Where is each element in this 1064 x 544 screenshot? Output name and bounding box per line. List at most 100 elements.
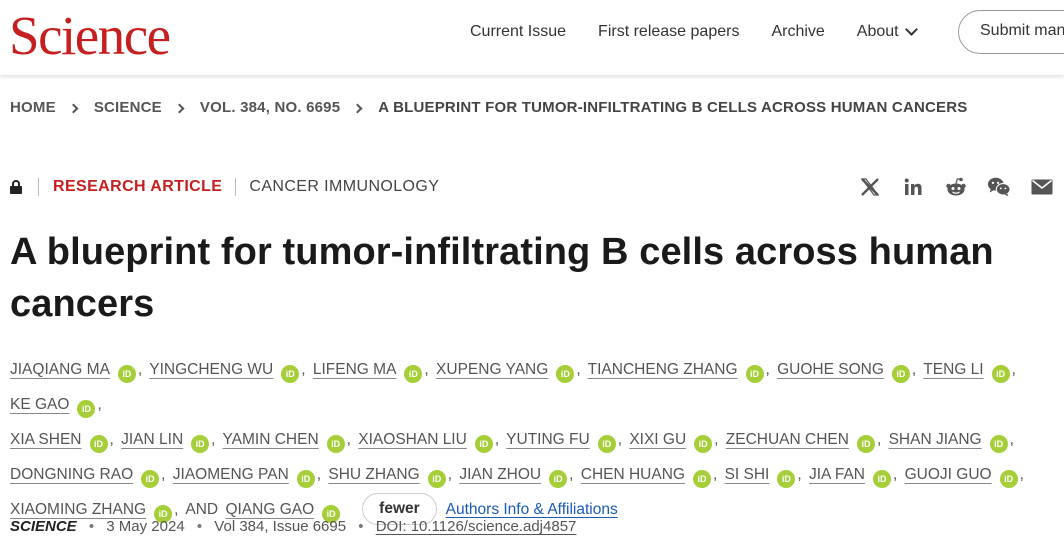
- orcid-icon[interactable]: iD: [474, 435, 493, 453]
- science-logo[interactable]: Science: [9, 6, 171, 66]
- author-link[interactable]: YUTING FU: [506, 431, 590, 448]
- orcid-icon[interactable]: iD: [296, 470, 315, 488]
- article-category[interactable]: CANCER IMMUNOLOGY: [249, 178, 439, 196]
- author-entry: TIANCHENG ZHANG iD,: [588, 361, 773, 383]
- orcid-icon[interactable]: iD: [556, 365, 575, 383]
- citation-line: SCIENCE • 3 May 2024 • Vol 384, Issue 66…: [10, 518, 576, 535]
- author-link[interactable]: TIANCHENG ZHANG: [588, 361, 738, 378]
- author-entry: XIA SHEN iD,: [10, 431, 117, 453]
- author-entry: JIA FAN iD,: [809, 466, 900, 488]
- author-link[interactable]: JIAN LIN: [121, 431, 183, 448]
- author-entry: LIFENG MA iD,: [313, 361, 432, 383]
- breadcrumb-volume[interactable]: VOL. 384, NO. 6695: [200, 99, 340, 117]
- author-entry: ZECHUAN CHEN iD,: [726, 431, 884, 453]
- author-link[interactable]: YAMIN CHEN: [222, 431, 318, 448]
- orcid-icon[interactable]: iD: [694, 435, 713, 453]
- author-link[interactable]: XIA SHEN: [10, 431, 82, 448]
- author-entry: SHAN JIANG iD,: [889, 431, 1017, 453]
- author-entry: KE GAO iD,: [10, 396, 105, 418]
- author-entry: XIAOMING ZHANG iD,: [10, 501, 181, 523]
- author-link[interactable]: JIA FAN: [809, 466, 865, 483]
- author-entry: JIAOMENG PAN iD,: [173, 466, 324, 488]
- lock-icon: [10, 180, 22, 194]
- author-link[interactable]: XIXI GU: [629, 431, 686, 448]
- breadcrumb-home[interactable]: HOME: [10, 99, 56, 117]
- author-link[interactable]: GUOHE SONG: [777, 361, 884, 378]
- orcid-icon[interactable]: iD: [326, 435, 345, 453]
- orcid-icon[interactable]: iD: [191, 435, 210, 453]
- author-link[interactable]: GUOJI GUO: [905, 466, 992, 483]
- orcid-icon[interactable]: iD: [991, 365, 1010, 383]
- orcid-icon[interactable]: iD: [777, 470, 796, 488]
- bullet-separator: •: [88, 518, 95, 535]
- author-link[interactable]: DONGNING RAO: [10, 466, 133, 483]
- author-entry: GUOHE SONG iD,: [777, 361, 919, 383]
- orcid-icon[interactable]: iD: [999, 470, 1018, 488]
- author-link[interactable]: YINGCHENG WU: [149, 361, 273, 378]
- orcid-icon[interactable]: iD: [89, 435, 108, 453]
- doi-link[interactable]: DOI: 10.1126/science.adj4857: [376, 518, 577, 535]
- author-link[interactable]: XIAOSHAN LIU: [358, 431, 467, 448]
- author-link[interactable]: SHU ZHANG: [328, 466, 419, 483]
- breadcrumb: HOME SCIENCE VOL. 384, NO. 6695 A BLUEPR…: [10, 99, 968, 117]
- nav-first-release-papers[interactable]: First release papers: [598, 22, 739, 42]
- author-entry: XUPENG YANG iD,: [436, 361, 584, 383]
- nav-archive[interactable]: Archive: [771, 22, 824, 42]
- author-link[interactable]: KE GAO: [10, 396, 69, 413]
- linkedin-icon[interactable]: [901, 176, 925, 198]
- author-entry: YUTING FU iD,: [506, 431, 625, 453]
- author-entry: JIAQIANG MA iD,: [10, 361, 145, 383]
- orcid-icon[interactable]: iD: [891, 365, 910, 383]
- authors-info-affiliations-link[interactable]: Authors Info & Affiliations: [446, 501, 618, 518]
- volume-issue: Vol 384, Issue 6695: [214, 518, 347, 535]
- author-entry: JIAN LIN iD,: [121, 431, 218, 453]
- author-link[interactable]: CHEN HUANG: [581, 466, 685, 483]
- author-entry: DONGNING RAO iD,: [10, 466, 168, 488]
- orcid-icon[interactable]: iD: [873, 470, 891, 488]
- author-entry: YAMIN CHEN iD,: [222, 431, 353, 453]
- orcid-icon[interactable]: iD: [549, 470, 568, 488]
- orcid-icon[interactable]: iD: [77, 400, 96, 418]
- author-link[interactable]: SI SHI: [725, 466, 770, 483]
- reddit-icon[interactable]: [944, 176, 968, 198]
- article-title: A blueprint for tumor-infiltrating B cel…: [10, 231, 994, 325]
- author-link[interactable]: ZECHUAN CHEN: [726, 431, 849, 448]
- nav-about[interactable]: About: [856, 22, 918, 42]
- author-link[interactable]: QIANG GAO: [225, 501, 314, 518]
- publication-date: 3 May 2024: [106, 518, 185, 535]
- author-link[interactable]: SHAN JIANG: [889, 431, 982, 448]
- author-link[interactable]: XUPENG YANG: [436, 361, 548, 378]
- author-link[interactable]: JIAOMENG PAN: [173, 466, 289, 483]
- orcid-icon[interactable]: iD: [404, 365, 423, 383]
- orcid-icon[interactable]: iD: [692, 470, 711, 488]
- author-link[interactable]: XIAOMING ZHANG: [10, 501, 146, 518]
- bullet-separator: •: [358, 518, 364, 535]
- nav-current-issue[interactable]: Current Issue: [470, 22, 566, 42]
- orcid-icon[interactable]: iD: [117, 365, 136, 383]
- orcid-icon[interactable]: iD: [989, 435, 1008, 453]
- article-type: RESEARCH ARTICLE: [53, 178, 223, 195]
- chevron-right-icon: [352, 103, 363, 113]
- divider: [38, 178, 39, 196]
- email-icon[interactable]: [1030, 176, 1054, 198]
- orcid-icon[interactable]: iD: [597, 435, 616, 453]
- orcid-icon[interactable]: iD: [141, 470, 160, 488]
- x-icon[interactable]: [858, 176, 882, 198]
- author-entry: SI SHI iD,: [725, 466, 805, 488]
- author-entry: QIANG GAO iD: [225, 501, 342, 523]
- author-link[interactable]: JIAN ZHOU: [459, 466, 541, 483]
- divider: [235, 178, 237, 196]
- author-link[interactable]: JIAQIANG MA: [10, 361, 110, 378]
- orcid-icon[interactable]: iD: [281, 365, 300, 383]
- orcid-icon[interactable]: iD: [856, 435, 875, 453]
- nav-about-label: About: [856, 23, 899, 40]
- wechat-icon[interactable]: [987, 176, 1011, 198]
- orcid-icon[interactable]: iD: [427, 470, 446, 488]
- orcid-icon[interactable]: iD: [745, 365, 764, 383]
- submit-manuscript-button[interactable]: Submit manuscript: [958, 10, 1064, 54]
- author-link[interactable]: TENG LI: [923, 361, 983, 378]
- author-link[interactable]: LIFENG MA: [313, 361, 397, 378]
- breadcrumb-science[interactable]: SCIENCE: [94, 99, 162, 117]
- chevron-right-icon: [174, 103, 185, 113]
- author-entry: JIAN ZHOU iD,: [459, 466, 576, 488]
